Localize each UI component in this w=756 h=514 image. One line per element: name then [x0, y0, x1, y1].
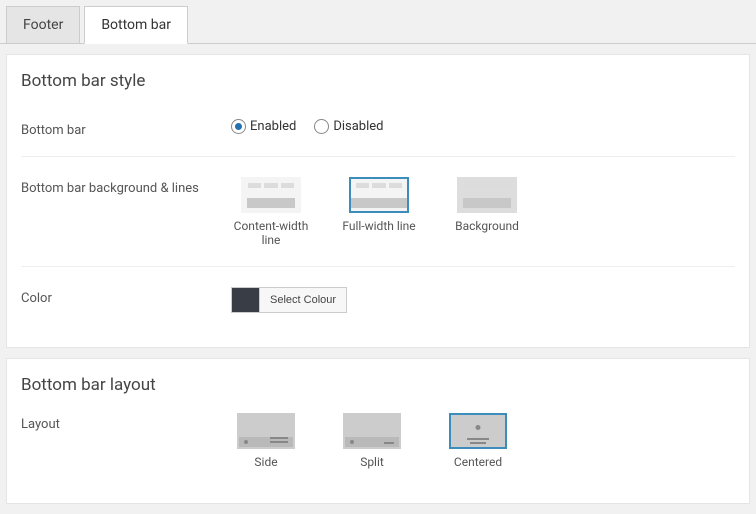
- panel-bottom-bar-style: Bottom bar style Bottom bar Enabled Disa…: [6, 54, 750, 348]
- layout-option-centered[interactable]: Centered: [443, 413, 513, 469]
- radio-enabled-label: Enabled: [250, 119, 296, 134]
- label-bg-lines: Bottom bar background & lines: [21, 177, 231, 196]
- layout-option-label: Split: [337, 455, 407, 469]
- radio-dot-icon: [231, 119, 246, 134]
- thumb-icon-content-width: [241, 177, 301, 213]
- select-colour-button[interactable]: Select Colour: [259, 287, 347, 313]
- bg-option-label: Full-width line: [339, 219, 419, 233]
- label-color: Color: [21, 287, 231, 306]
- bg-option-full-width[interactable]: Full-width line: [339, 177, 419, 248]
- layout-option-side[interactable]: Side: [231, 413, 301, 469]
- radio-disabled[interactable]: Disabled: [314, 119, 383, 134]
- label-layout: Layout: [21, 413, 231, 432]
- tab-bottom-bar[interactable]: Bottom bar: [84, 6, 188, 44]
- label-bottom-bar: Bottom bar: [21, 119, 231, 138]
- tab-footer[interactable]: Footer: [6, 6, 80, 43]
- bg-option-label: Content-width line: [231, 219, 311, 248]
- thumb-icon-background: [457, 177, 517, 213]
- thumb-icon-side: [237, 413, 295, 449]
- section-heading-layout: Bottom bar layout: [21, 375, 735, 395]
- tabs-bar: Footer Bottom bar: [0, 0, 756, 44]
- row-bg-lines: Bottom bar background & lines Content-wi…: [21, 156, 735, 266]
- layout-option-label: Centered: [443, 455, 513, 469]
- bg-option-label: Background: [447, 219, 527, 233]
- color-swatch[interactable]: [231, 287, 259, 313]
- row-color: Color Select Colour: [21, 266, 735, 331]
- layout-option-label: Side: [231, 455, 301, 469]
- radio-dot-icon: [314, 119, 329, 134]
- row-layout: Layout Side Split: [21, 413, 735, 487]
- layout-option-split[interactable]: Split: [337, 413, 407, 469]
- thumb-icon-split: [343, 413, 401, 449]
- thumb-icon-centered: [449, 413, 507, 449]
- thumb-icon-full-width: [349, 177, 409, 213]
- row-bottom-bar-toggle: Bottom bar Enabled Disabled: [21, 109, 735, 156]
- radio-disabled-label: Disabled: [333, 119, 383, 134]
- bg-option-background[interactable]: Background: [447, 177, 527, 248]
- bg-option-content-width[interactable]: Content-width line: [231, 177, 311, 248]
- section-heading-style: Bottom bar style: [21, 71, 735, 91]
- panel-bottom-bar-layout: Bottom bar layout Layout Side Split: [6, 358, 750, 504]
- radio-enabled[interactable]: Enabled: [231, 119, 296, 134]
